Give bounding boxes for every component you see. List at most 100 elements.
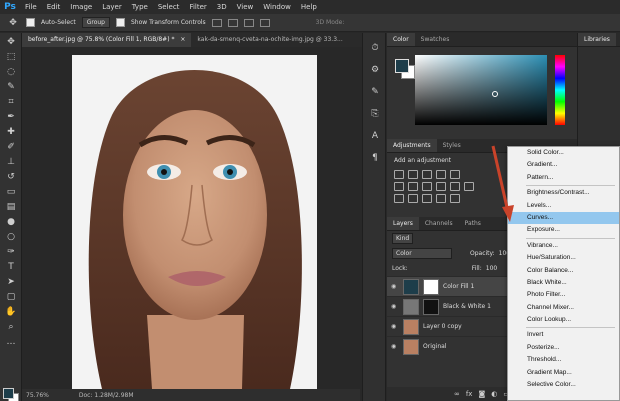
photo-filter-icon[interactable] (436, 182, 446, 191)
align-icon[interactable] (211, 18, 222, 27)
color-picker-field[interactable] (415, 55, 547, 125)
menu-black-white[interactable]: Black White... (508, 277, 619, 289)
marquee-tool-icon[interactable]: ⬚ (4, 51, 18, 63)
menu-image[interactable]: Image (65, 0, 97, 14)
tab-styles[interactable]: Styles (437, 139, 467, 152)
menu-help[interactable]: Help (296, 0, 322, 14)
properties-panel-icon[interactable]: ⚙ (368, 65, 382, 77)
tab-swatches[interactable]: Swatches (415, 33, 456, 46)
pen-tool-icon[interactable]: ✑ (4, 246, 18, 258)
menu-vibrance[interactable]: Vibrance... (508, 240, 619, 252)
fill-value[interactable]: 100 (486, 265, 497, 272)
levels-icon[interactable] (408, 170, 418, 179)
menu-exposure[interactable]: Exposure... (508, 224, 619, 236)
link-layers-icon[interactable]: ∞ (454, 390, 460, 398)
auto-select-target-dropdown[interactable]: Group (81, 17, 110, 28)
document-size[interactable]: Doc: 1.28M/2.98M (79, 392, 134, 399)
curves-icon[interactable] (422, 170, 432, 179)
menu-view[interactable]: View (232, 0, 259, 14)
clone-stamp-tool-icon[interactable]: ⊥ (4, 156, 18, 168)
menu-brightness-contrast[interactable]: Brightness/Contrast... (508, 187, 619, 199)
lasso-tool-icon[interactable]: ◌ (4, 66, 18, 78)
color-picker-cursor[interactable] (492, 91, 498, 97)
gradient-map-icon[interactable] (436, 194, 446, 203)
menu-color-lookup[interactable]: Color Lookup... (508, 314, 619, 326)
foreground-color-swatch[interactable] (3, 388, 14, 399)
gradient-tool-icon[interactable]: ▤ (4, 201, 18, 213)
add-mask-icon[interactable]: ◙ (478, 390, 485, 398)
brush-panel-icon[interactable]: ✎ (368, 87, 382, 99)
close-icon[interactable]: × (180, 36, 185, 43)
color-balance-icon[interactable] (408, 182, 418, 191)
crop-tool-icon[interactable]: ⌗ (4, 96, 18, 108)
healing-brush-tool-icon[interactable]: ✚ (4, 126, 18, 138)
foreground-color-swatch[interactable] (395, 59, 409, 73)
menu-solid-color[interactable]: Solid Color... (508, 147, 619, 159)
hue-saturation-icon[interactable] (394, 182, 404, 191)
threshold-icon[interactable] (422, 194, 432, 203)
menu-filter[interactable]: Filter (184, 0, 211, 14)
invert-icon[interactable] (394, 194, 404, 203)
visibility-eye-icon[interactable]: ◉ (391, 283, 399, 290)
brightness-contrast-icon[interactable] (394, 170, 404, 179)
posterize-icon[interactable] (408, 194, 418, 203)
visibility-eye-icon[interactable]: ◉ (391, 303, 399, 310)
history-panel-icon[interactable]: ⏱ (368, 43, 382, 55)
eraser-tool-icon[interactable]: ▭ (4, 186, 18, 198)
tab-channels[interactable]: Channels (419, 217, 459, 230)
hand-tool-icon[interactable]: ✋ (4, 306, 18, 318)
menu-levels[interactable]: Levels... (508, 200, 619, 212)
tab-libraries[interactable]: Libraries (578, 33, 616, 46)
path-selection-tool-icon[interactable]: ➤ (4, 276, 18, 288)
brush-tool-icon[interactable]: ✐ (4, 141, 18, 153)
menu-selective-color[interactable]: Selective Color... (508, 379, 619, 391)
character-panel-icon[interactable]: A (368, 131, 382, 143)
distribute-icon[interactable] (259, 18, 270, 27)
visibility-eye-icon[interactable]: ◉ (391, 343, 399, 350)
tab-kak-da-smenq[interactable]: kak-da-smenq-cveta-na-ochite-img.jpg @ 3… (191, 33, 348, 47)
black-white-icon[interactable] (422, 182, 432, 191)
clone-source-icon[interactable]: ⎘ (368, 109, 382, 121)
tab-before-after[interactable]: before_after.jpg @ 75.8% (Color Fill 1, … (22, 33, 192, 47)
channel-mixer-icon[interactable] (450, 182, 460, 191)
rectangle-tool-icon[interactable]: ▢ (4, 291, 18, 303)
type-tool-icon[interactable]: T (4, 261, 18, 273)
filter-kind-dropdown[interactable]: Kind (392, 233, 414, 244)
tab-color[interactable]: Color (387, 33, 415, 46)
menu-layer[interactable]: Layer (97, 0, 127, 14)
layer-style-icon[interactable]: fx (466, 390, 473, 398)
menu-type[interactable]: Type (127, 0, 153, 14)
distribute-icon[interactable] (243, 18, 254, 27)
menu-file[interactable]: File (20, 0, 42, 14)
move-tool-icon[interactable]: ✥ (6, 17, 20, 29)
paragraph-panel-icon[interactable]: ¶ (368, 153, 382, 165)
zoom-level[interactable]: 75.76% (26, 392, 49, 399)
menu-threshold[interactable]: Threshold... (508, 354, 619, 366)
eyedropper-tool-icon[interactable]: ✒ (4, 111, 18, 123)
history-brush-tool-icon[interactable]: ↺ (4, 171, 18, 183)
color-swatches[interactable] (3, 388, 19, 401)
blur-tool-icon[interactable]: ● (4, 216, 18, 228)
vibrance-icon[interactable] (450, 170, 460, 179)
tab-adjustments[interactable]: Adjustments (387, 139, 437, 152)
visibility-eye-icon[interactable]: ◉ (391, 323, 399, 330)
color-lookup-icon[interactable] (464, 182, 474, 191)
menu-select[interactable]: Select (153, 0, 185, 14)
menu-channel-mixer[interactable]: Channel Mixer... (508, 302, 619, 314)
menu-color-balance[interactable]: Color Balance... (508, 265, 619, 277)
blend-mode-dropdown[interactable]: Color (392, 248, 452, 259)
menu-invert[interactable]: Invert (508, 329, 619, 341)
adjustment-layer-icon[interactable]: ◐ (491, 390, 497, 398)
exposure-icon[interactable] (436, 170, 446, 179)
menu-edit[interactable]: Edit (42, 0, 66, 14)
zoom-tool-icon[interactable]: ⌕ (4, 321, 18, 333)
menu-posterize[interactable]: Posterize... (508, 342, 619, 354)
quick-select-tool-icon[interactable]: ✎ (4, 81, 18, 93)
menu-photo-filter[interactable]: Photo Filter... (508, 289, 619, 301)
canvas-area[interactable] (22, 47, 360, 389)
hue-slider[interactable] (555, 55, 565, 125)
dodge-tool-icon[interactable]: ○ (4, 231, 18, 243)
menu-gradient[interactable]: Gradient... (508, 159, 619, 171)
menu-gradient-map[interactable]: Gradient Map... (508, 367, 619, 379)
menu-curves[interactable]: Curves... (508, 211, 619, 225)
